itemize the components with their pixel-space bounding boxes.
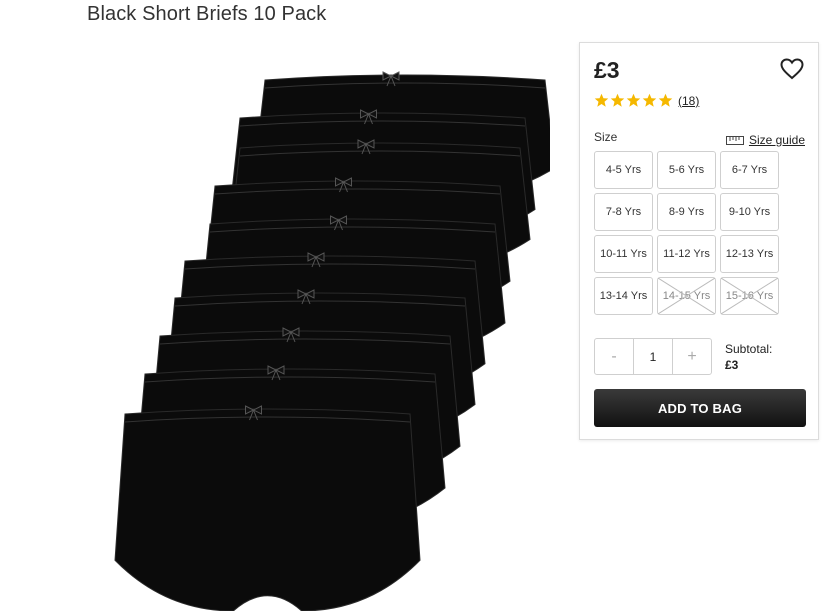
- subtotal: Subtotal: £3: [725, 341, 772, 373]
- size-option[interactable]: 12-13 Yrs: [720, 235, 779, 273]
- size-option-label: 11-12 Yrs: [663, 248, 710, 260]
- size-label: Size: [594, 130, 618, 144]
- quantity-increase-button[interactable]: +: [673, 339, 711, 374]
- star-icon: [642, 93, 657, 107]
- star-icon: [610, 93, 625, 107]
- size-option[interactable]: 7-8 Yrs: [594, 193, 653, 231]
- unavailable-cross-icon: [658, 278, 715, 314]
- product-title: Black Short Briefs 10 Pack: [87, 3, 327, 25]
- star-rating: [594, 93, 673, 108]
- size-grid: 4-5 Yrs 5-6 Yrs 6-7 Yrs 7-8 Yrs 8-9 Yrs 9-10 …: [594, 151, 779, 315]
- purchase-panel: £3 (18) Size Size guide 4-5 Yrs 5-6 Yrs 6-…: [579, 42, 819, 440]
- quantity-stepper: - 1 +: [594, 338, 712, 375]
- product-image: [114, 71, 550, 611]
- size-option-label: 8-9 Yrs: [668, 206, 705, 218]
- star-icon: [594, 93, 609, 107]
- size-option[interactable]: 10-11 Yrs: [594, 235, 653, 273]
- star-icon: [658, 93, 673, 107]
- size-option-label: 10-11 Yrs: [600, 248, 647, 260]
- size-option-label: 9-10 Yrs: [728, 206, 771, 218]
- size-option[interactable]: 13-14 Yrs: [594, 277, 653, 315]
- size-option-label: 7-8 Yrs: [605, 206, 642, 218]
- size-guide-label: Size guide: [748, 133, 805, 147]
- star-icon: [626, 93, 641, 107]
- size-option-label: 5-6 Yrs: [668, 164, 705, 176]
- size-guide-link[interactable]: Size guide: [725, 133, 805, 147]
- rating: (18): [594, 93, 699, 108]
- size-option-label: 4-5 Yrs: [605, 164, 642, 176]
- size-option-unavailable: 15-16 Yrs: [720, 277, 779, 315]
- heart-icon[interactable]: [780, 58, 804, 80]
- quantity-decrease-button[interactable]: -: [595, 339, 633, 374]
- size-option-label: 6-7 Yrs: [731, 164, 768, 176]
- subtotal-label: Subtotal:: [725, 342, 773, 356]
- size-option[interactable]: 11-12 Yrs: [657, 235, 716, 273]
- size-option-unavailable: 14-15 Yrs: [657, 277, 716, 315]
- product-price: £3: [594, 57, 620, 83]
- subtotal-amount: £3: [725, 358, 739, 372]
- size-option-label: 13-14 Yrs: [599, 290, 648, 302]
- size-option[interactable]: 8-9 Yrs: [657, 193, 716, 231]
- size-option[interactable]: 5-6 Yrs: [657, 151, 716, 189]
- quantity-input[interactable]: 1: [633, 339, 673, 374]
- ruler-icon: [725, 135, 744, 145]
- size-option[interactable]: 9-10 Yrs: [720, 193, 779, 231]
- size-option[interactable]: 4-5 Yrs: [594, 151, 653, 189]
- unavailable-cross-icon: [721, 278, 778, 314]
- brief-layer: [114, 408, 421, 611]
- review-count-link[interactable]: (18): [678, 94, 699, 108]
- size-option[interactable]: 6-7 Yrs: [720, 151, 779, 189]
- add-to-bag-button[interactable]: ADD TO BAG: [594, 389, 806, 427]
- size-option-label: 12-13 Yrs: [725, 248, 774, 260]
